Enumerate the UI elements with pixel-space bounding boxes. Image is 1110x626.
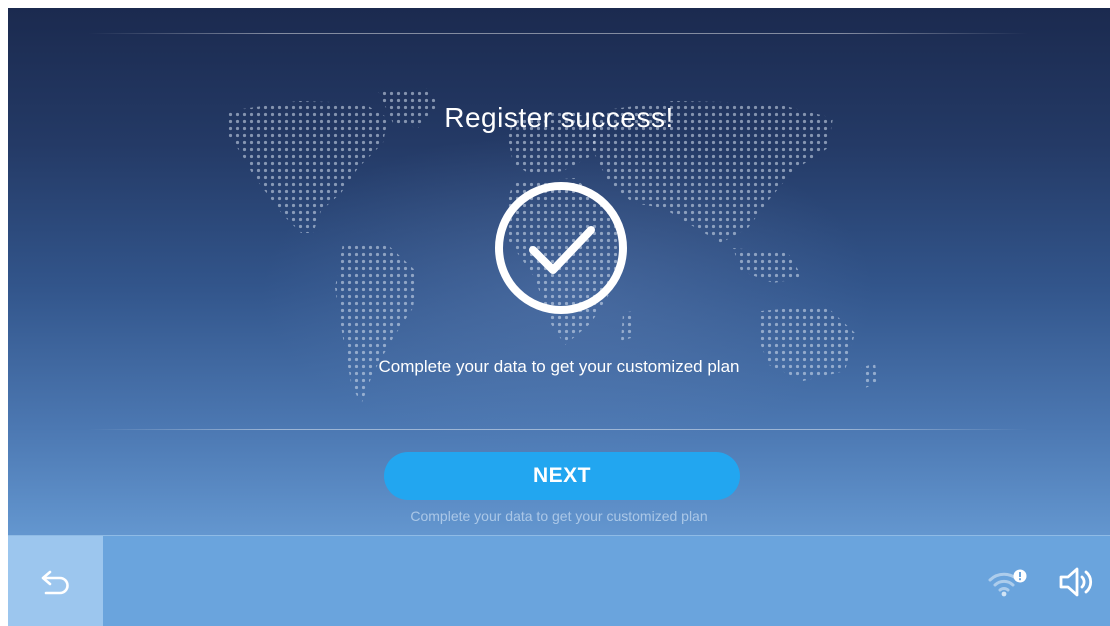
bottom-bar [8, 535, 1110, 626]
volume-icon[interactable] [1058, 566, 1096, 598]
wifi-alert-icon[interactable] [986, 568, 1028, 598]
page-title: Register success! [444, 102, 674, 133]
middle-divider [88, 429, 1028, 430]
back-arrow-icon [41, 570, 69, 594]
back-button[interactable] [8, 536, 103, 626]
success-subtitle: Complete your data to get your customize… [378, 357, 740, 376]
checkmark-circle-icon [495, 182, 627, 314]
next-button[interactable]: NEXT [384, 452, 740, 500]
hint-text: Complete your data to get your customize… [410, 508, 708, 524]
top-divider [88, 33, 1028, 34]
register-success-screen: Register success! Complete your data to … [8, 8, 1110, 626]
